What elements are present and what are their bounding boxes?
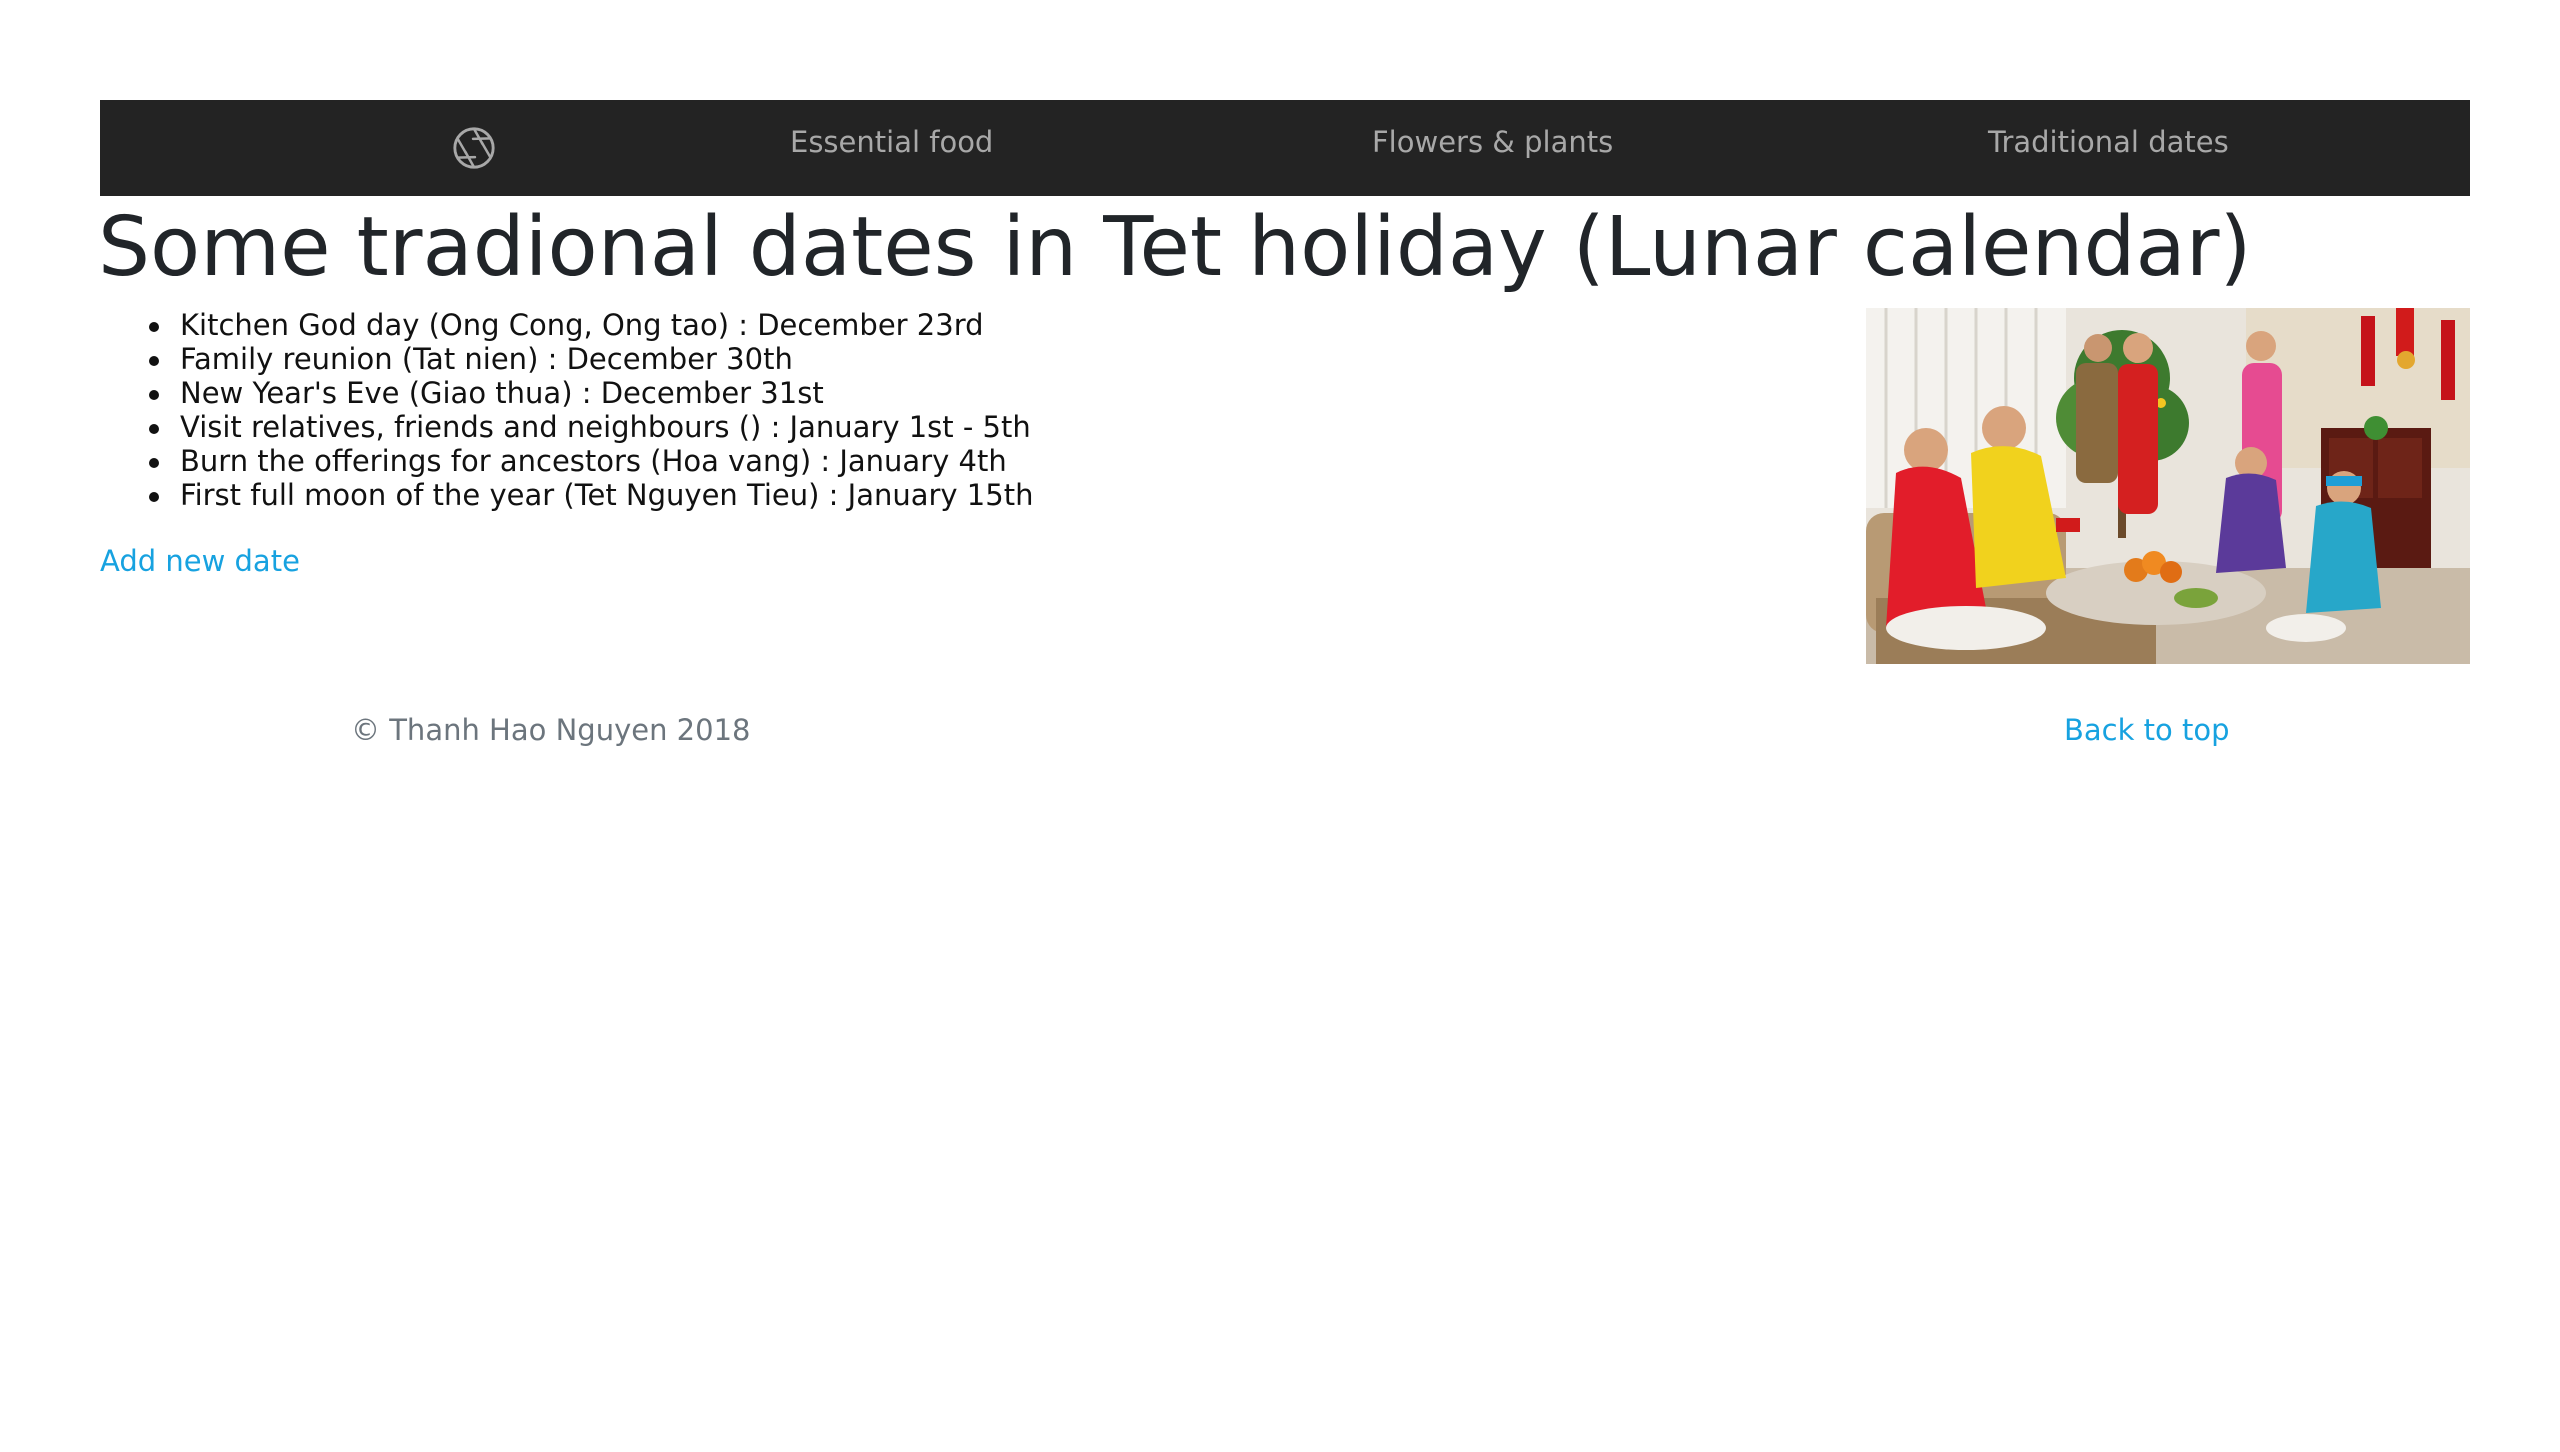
nav-link-traditional-dates[interactable]: Traditional dates [1988,100,2229,196]
list-item-text: Kitchen God day (Ong Cong, Ong tao) : De… [180,308,984,342]
bullet-icon [149,492,159,502]
family-tet-photo [1866,308,2470,664]
add-new-date-link[interactable]: Add new date [100,541,300,581]
back-to-top-link[interactable]: Back to top [2064,710,2229,750]
top-navbar: Essential food Flowers & plants Traditio… [100,100,2470,196]
nav-link-flowers-plants[interactable]: Flowers & plants [1372,100,1613,196]
list-item-text: New Year's Eve (Giao thua) : December 31… [180,376,824,410]
list-item: First full moon of the year (Tet Nguyen … [149,478,1034,512]
bullet-icon [149,356,159,366]
nav-link-essential-food[interactable]: Essential food [790,100,993,196]
bullet-icon [149,458,159,468]
list-item-text: Family reunion (Tat nien) : December 30t… [180,342,793,376]
list-item-text: Visit relatives, friends and neighbours … [180,410,1031,444]
copyright-text: © Thanh Hao Nguyen 2018 [351,713,751,747]
bullet-icon [149,424,159,434]
bullet-icon [149,322,159,332]
list-item: Kitchen God day (Ong Cong, Ong tao) : De… [149,308,1033,342]
page: Essential food Flowers & plants Traditio… [0,0,2560,1452]
bullet-icon [149,390,159,400]
list-item: New Year's Eve (Giao thua) : December 31… [149,376,1033,410]
traditional-dates-list: Kitchen God day (Ong Cong, Ong tao) : De… [100,308,1033,512]
list-item-text: Burn the offerings for ancestors (Hoa va… [180,444,1007,478]
list-item: Family reunion (Tat nien) : December 30t… [149,342,1033,376]
list-item: Visit relatives, friends and neighbours … [149,410,1033,444]
camera-aperture-icon[interactable] [451,125,497,171]
page-title: Some tradional dates in Tet holiday (Lun… [98,200,2252,295]
list-item: Burn the offerings for ancestors (Hoa va… [149,444,1033,478]
list-item-text: First full moon of the year (Tet Nguyen … [180,478,1034,512]
